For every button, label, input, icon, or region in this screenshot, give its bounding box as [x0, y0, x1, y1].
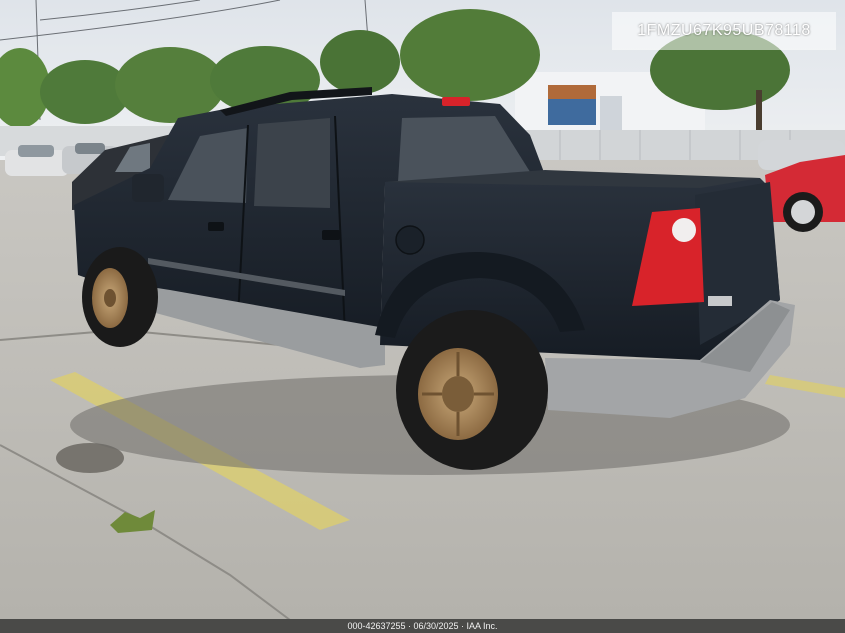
reverse-light — [672, 218, 696, 242]
brake-light — [442, 97, 470, 106]
front-door-handle — [208, 222, 224, 231]
rear-door-handle — [322, 230, 340, 240]
rear-door-window — [254, 118, 330, 208]
rear-wheel — [396, 310, 548, 470]
side-mirror — [132, 174, 164, 202]
tailgate-badge — [708, 296, 732, 306]
vin-watermark: 1FMZU67K95UB78118 — [612, 12, 836, 50]
front-wheel — [82, 247, 158, 347]
auction-footer: 000-42637255 · 06/30/2025 · IAA Inc. — [0, 619, 845, 633]
vehicle-photo — [0, 0, 845, 621]
fuel-door — [395, 225, 425, 255]
